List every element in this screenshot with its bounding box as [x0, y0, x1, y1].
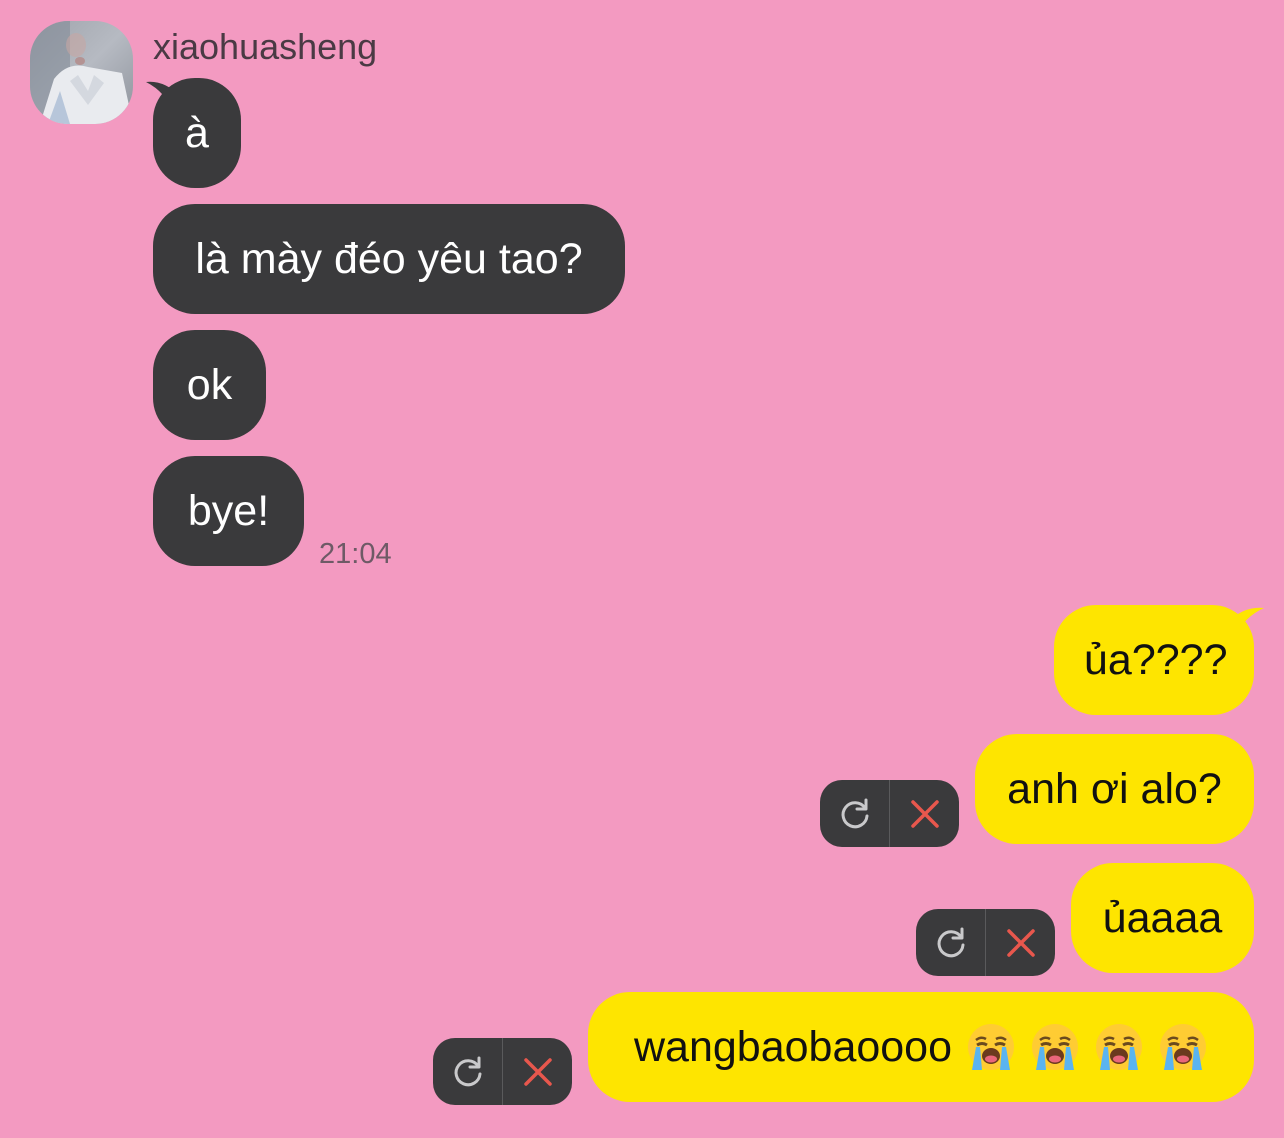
- incoming-message-bubble[interactable]: bye!: [153, 456, 304, 566]
- delete-icon: [910, 799, 939, 828]
- delete-icon: [523, 1057, 552, 1086]
- loudly-crying-emoji: [1158, 1022, 1208, 1072]
- delete-button[interactable]: [503, 1038, 572, 1105]
- delete-button[interactable]: [890, 780, 959, 847]
- incoming-message-bubble[interactable]: là mày đéo yêu tao?: [153, 204, 625, 314]
- retry-button[interactable]: [433, 1038, 502, 1105]
- incoming-message-bubble[interactable]: à: [153, 78, 241, 188]
- delete-button[interactable]: [986, 909, 1055, 976]
- failed-message-actions: [916, 909, 1055, 976]
- retry-icon: [841, 798, 868, 828]
- retry-icon: [454, 1056, 481, 1086]
- retry-button[interactable]: [820, 780, 889, 847]
- message-timestamp: 21:04: [319, 538, 392, 570]
- contact-avatar[interactable]: [30, 21, 133, 124]
- loudly-crying-emoji: [966, 1022, 1016, 1072]
- delete-icon: [1006, 928, 1035, 957]
- retry-button[interactable]: [916, 909, 985, 976]
- outgoing-message-bubble[interactable]: ủa????: [1054, 605, 1254, 715]
- chat-view: xiaohuasheng à là mày đéo yêu tao? ok by…: [0, 0, 1284, 1138]
- loudly-crying-emoji: [1094, 1022, 1144, 1072]
- loudly-crying-emoji: [1030, 1022, 1080, 1072]
- outgoing-message-text: wangbaobaoooo: [633, 1023, 953, 1071]
- failed-message-actions: [820, 780, 959, 847]
- sender-name: xiaohuasheng: [153, 26, 378, 67]
- failed-message-actions: [433, 1038, 572, 1105]
- outgoing-message-bubble[interactable]: wangbaobaoooo: [588, 992, 1254, 1102]
- avatar-photo: [30, 21, 133, 124]
- outgoing-message-bubble[interactable]: anh ơi alo?: [975, 734, 1254, 844]
- outgoing-message-bubble[interactable]: ủaaaa: [1071, 863, 1254, 973]
- incoming-message-bubble[interactable]: ok: [153, 330, 266, 440]
- retry-icon: [937, 927, 964, 957]
